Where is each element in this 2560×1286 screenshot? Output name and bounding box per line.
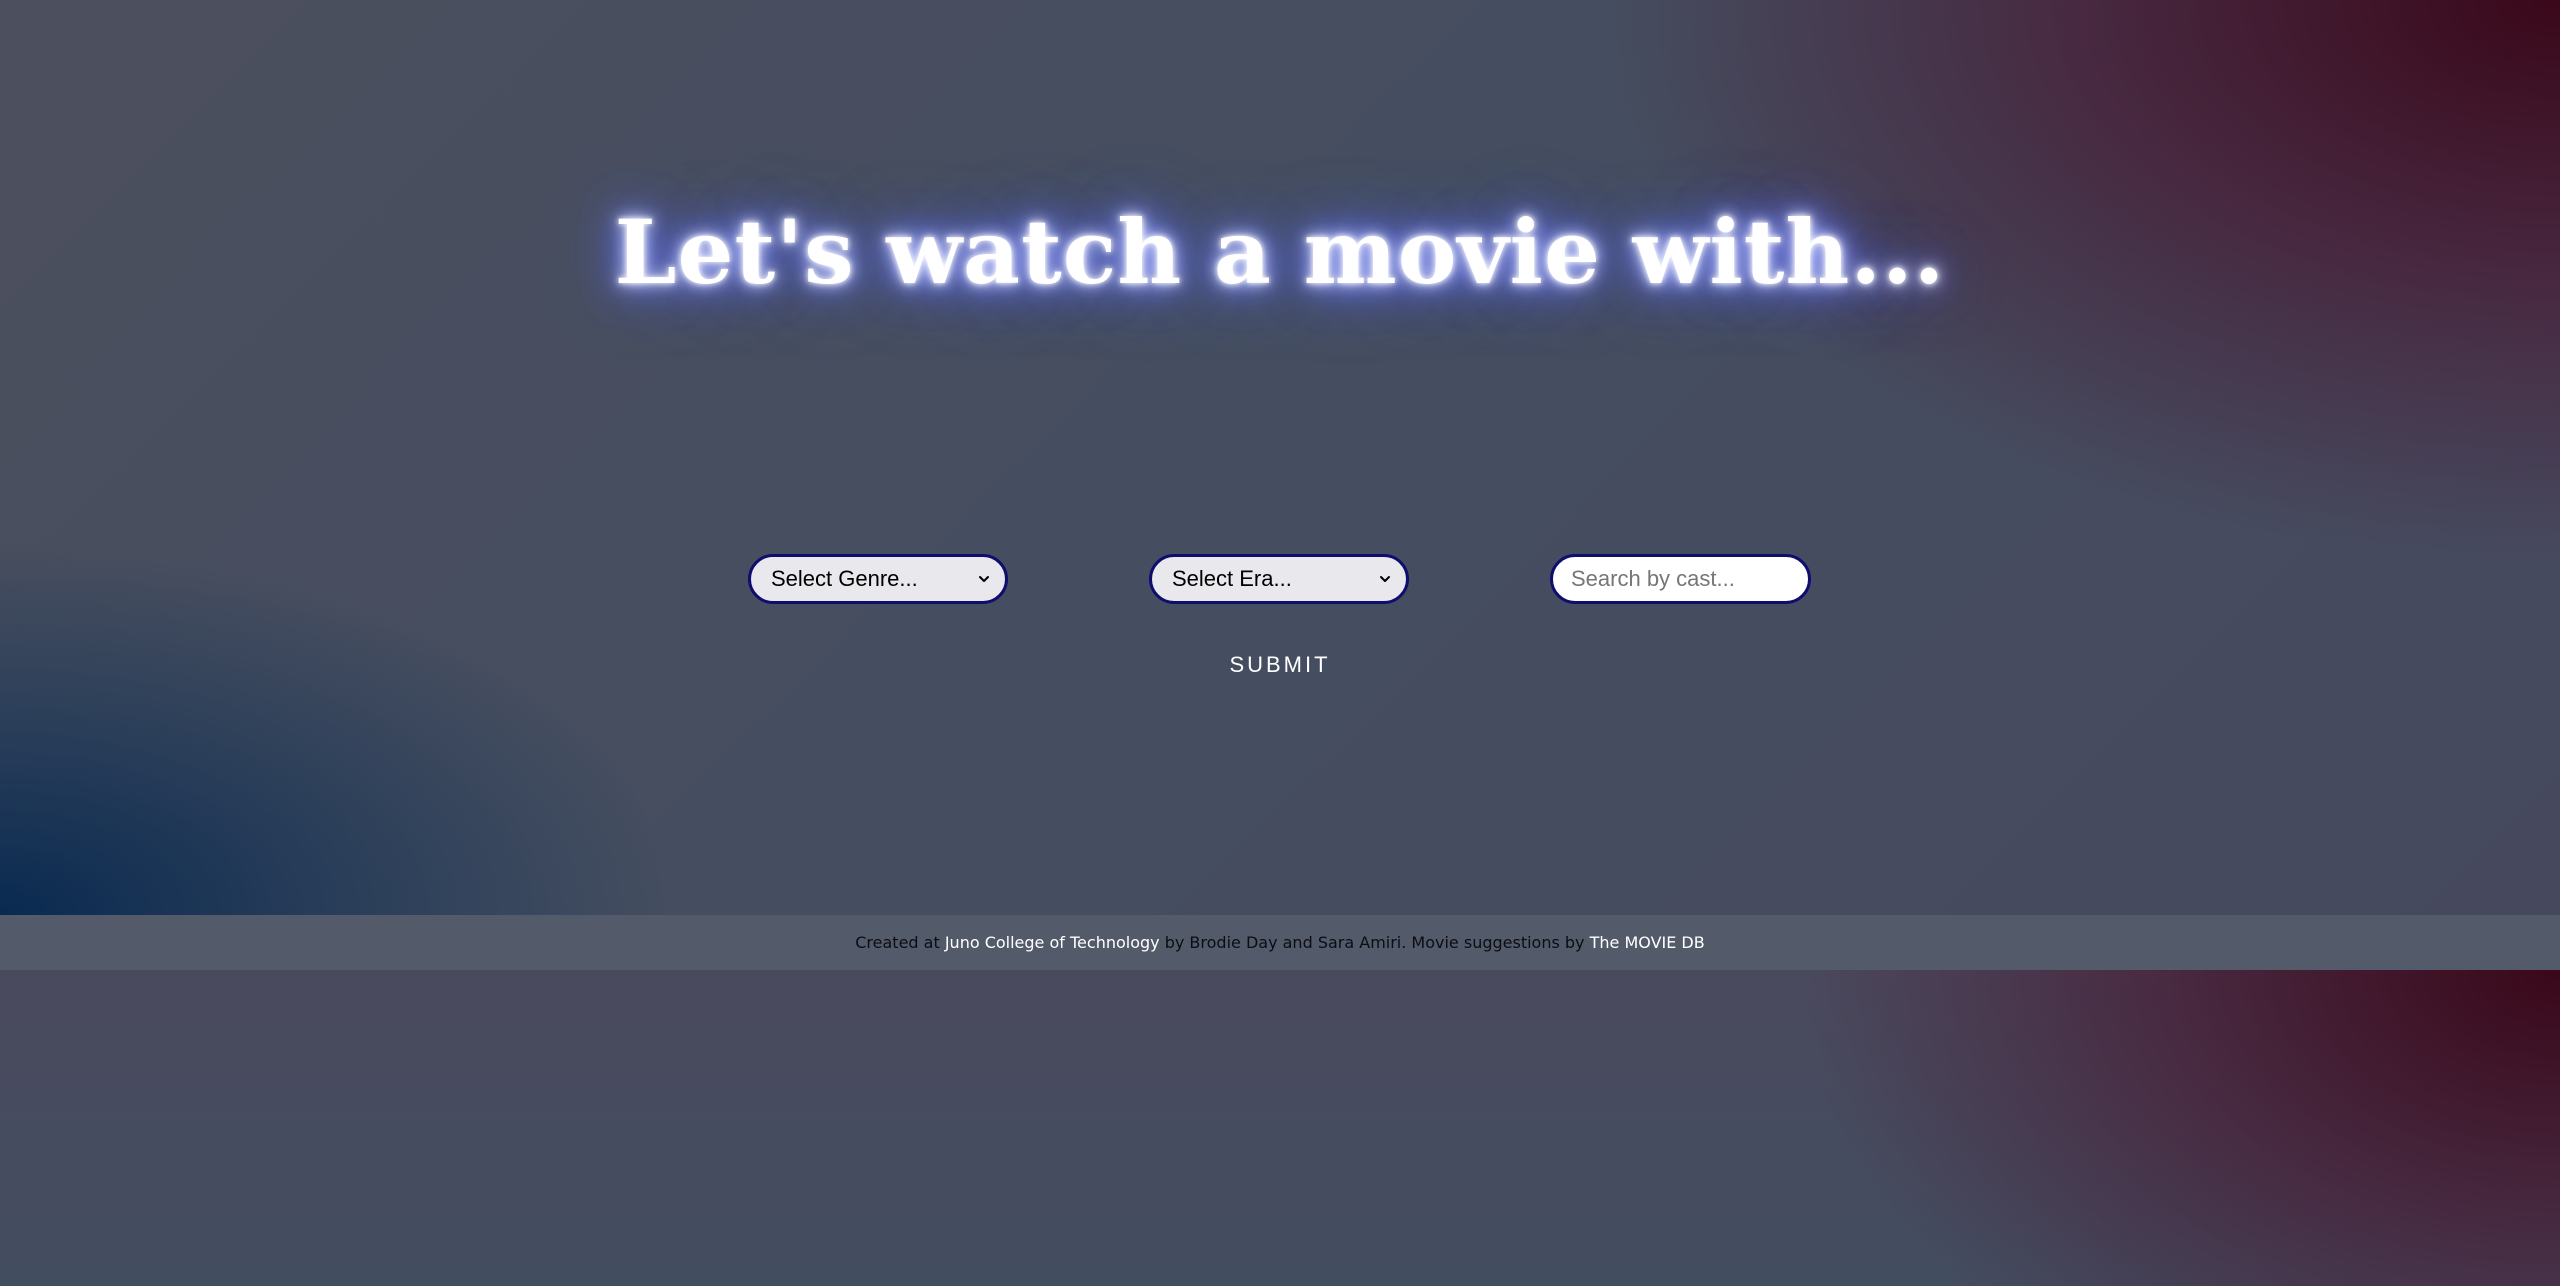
cast-search-input[interactable]: [1550, 554, 1811, 604]
the-movie-db-link[interactable]: The MOVIE DB: [1590, 933, 1705, 952]
footer-text: Created at Juno College of Technology by…: [855, 933, 1704, 952]
header-gradient-background: [0, 0, 2560, 915]
era-select[interactable]: Select Era...: [1149, 554, 1409, 604]
submit-button[interactable]: Submit: [1180, 645, 1380, 685]
footer: Created at Juno College of Technology by…: [0, 915, 2560, 970]
footer-prefix: Created at: [855, 933, 945, 952]
page-title: Let's watch a movie with...: [614, 200, 1946, 304]
lower-gradient-background: [0, 970, 2560, 1286]
genre-select-label: Select Genre...: [771, 566, 918, 591]
juno-college-link[interactable]: Juno College of Technology: [945, 933, 1160, 952]
era-select-label: Select Era...: [1172, 566, 1292, 591]
chevron-down-icon: [1380, 576, 1390, 582]
genre-select[interactable]: Select Genre...: [748, 554, 1008, 604]
footer-credits: by Brodie Day and Sara Amiri. Movie sugg…: [1159, 933, 1590, 952]
chevron-down-icon: [979, 576, 989, 582]
page-background: [0, 0, 2560, 1286]
movie-search-form: Select Genre... Select Era...: [0, 554, 2560, 604]
